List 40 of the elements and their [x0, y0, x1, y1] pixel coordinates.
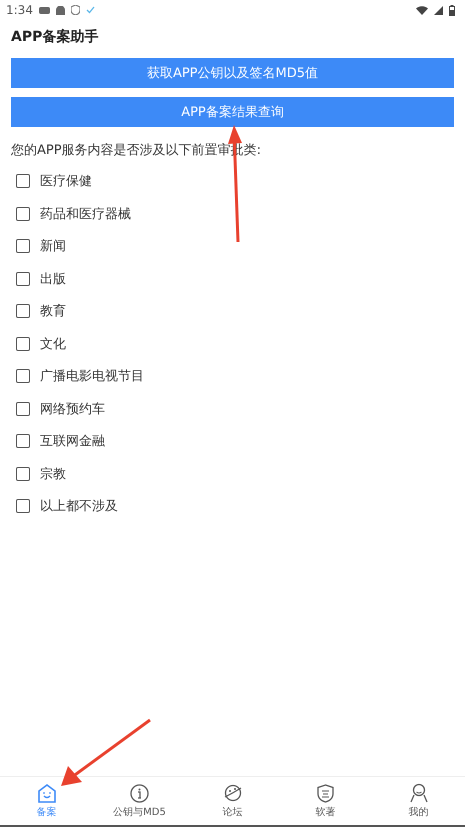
option-label: 宗教 [40, 466, 66, 483]
option-label: 新闻 [40, 238, 66, 256]
option-label: 药品和医疗器械 [40, 206, 131, 223]
option-label: 出版 [40, 270, 66, 288]
home-icon [36, 784, 56, 802]
person-icon [410, 783, 428, 803]
shield-icon [70, 5, 80, 15]
checkbox[interactable] [16, 336, 30, 351]
option-label: 文化 [40, 336, 66, 353]
check-icon [86, 6, 95, 14]
checkbox[interactable] [16, 239, 30, 254]
option-label: 教育 [40, 302, 66, 320]
option-label: 网络预约车 [40, 400, 105, 418]
checkbox[interactable] [16, 304, 30, 318]
page-title: APP备案助手 [10, 28, 100, 47]
checkbox[interactable] [16, 402, 30, 416]
shield-icon [317, 784, 334, 802]
gamepad-icon [38, 6, 50, 14]
battery-icon [449, 4, 455, 16]
info-icon [130, 784, 149, 802]
checkbox[interactable] [16, 174, 30, 188]
checkbox[interactable] [16, 272, 30, 286]
status-time: 1:34 [6, 3, 33, 17]
option-label: 以上都不涉及 [40, 498, 118, 516]
wifi-icon [416, 6, 428, 14]
option-label: 广播电影电视节目 [40, 368, 144, 386]
checkbox[interactable] [16, 466, 30, 481]
checkbox[interactable] [16, 369, 30, 384]
checkbox[interactable] [16, 434, 30, 448]
planet-icon [222, 783, 242, 803]
nav-tab[interactable]: 公钥与MD5 [93, 777, 186, 825]
signal-icon [434, 6, 443, 14]
checkbox[interactable] [16, 499, 30, 514]
checkbox[interactable] [16, 206, 30, 221]
nav-tab[interactable]: 软著 [279, 777, 372, 825]
option-label: 互联网金融 [40, 433, 105, 450]
nav-tab[interactable]: 我的 [372, 777, 465, 825]
option-label: 医疗保健 [40, 173, 92, 190]
nav-tab[interactable]: 论坛 [186, 777, 279, 825]
android-icon [56, 6, 65, 14]
